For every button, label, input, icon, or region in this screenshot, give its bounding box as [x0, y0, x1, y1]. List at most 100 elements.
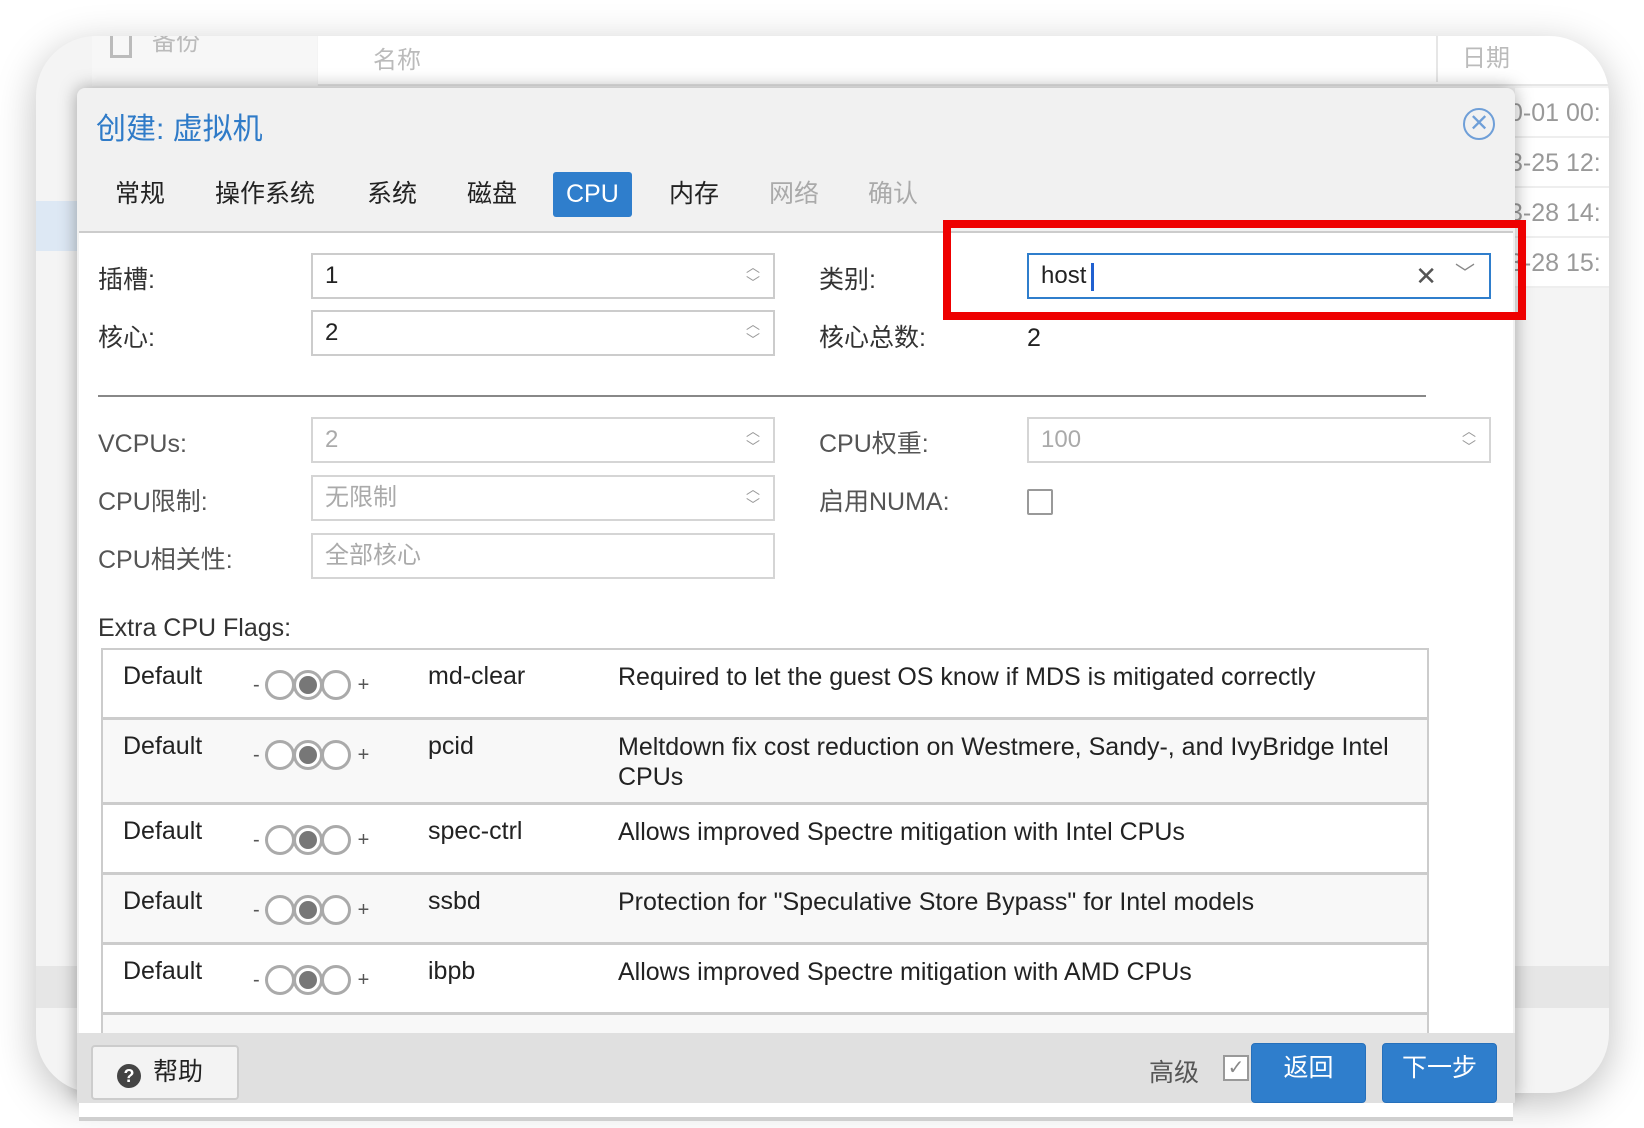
flag-toggle[interactable]: - +: [253, 825, 369, 855]
radio-on[interactable]: [320, 895, 351, 925]
flag-name: ibpb: [428, 957, 476, 985]
cpu-panel: 插槽: 1 ︿ ﹀ 核心: 2 ︿ ﹀ 类别: host ✕ ﹀ 核心总数: 2 VCPUs…: [79, 231, 1513, 1121]
list-item[interactable]: 3-28 15:: [1515, 238, 1609, 288]
radio-on[interactable]: [320, 825, 351, 855]
cpu-units-input[interactable]: 100 ︿ ﹀: [1027, 417, 1491, 463]
numa-label: 启用NUMA:: [819, 488, 950, 516]
radio-off[interactable]: [264, 965, 295, 995]
radio-off[interactable]: [264, 895, 295, 925]
plus-label: +: [357, 898, 370, 921]
flag-state: Default: [123, 957, 203, 985]
spinner-icon[interactable]: ︿ ﹀: [743, 316, 763, 348]
highlight-box: [943, 220, 1526, 320]
minus-label: -: [253, 968, 260, 991]
tab-system[interactable]: 系统: [354, 172, 430, 217]
radio-default[interactable]: [292, 965, 323, 995]
flag-description: Required to let the guest OS know if MDS…: [618, 663, 1316, 691]
vcpus-input[interactable]: 2 ︿ ﹀: [311, 417, 775, 463]
tab-memory[interactable]: 内存: [656, 172, 732, 217]
flag-description: Allows improved Spectre mitigation with …: [618, 958, 1192, 986]
flag-state: Default: [123, 662, 203, 690]
backup-list: 0-01 00: 3-25 12: 3-28 14: 3-28 15:: [1515, 88, 1609, 288]
radio-off[interactable]: [264, 825, 295, 855]
extra-cpu-flags-label: Extra CPU Flags:: [98, 614, 292, 642]
tab-network: 网络: [769, 180, 820, 208]
vcpus-label: VCPUs:: [98, 430, 187, 458]
flag-name: spec-ctrl: [428, 817, 523, 845]
dialog-title: 创建: 虚拟机: [96, 113, 263, 146]
list-item[interactable]: 3-25 12:: [1515, 138, 1609, 188]
flag-toggle[interactable]: - +: [253, 740, 369, 770]
cpu-limit-input[interactable]: 无限制 ︿ ﹀: [311, 475, 775, 521]
tab-os[interactable]: 操作系统: [202, 172, 328, 217]
flag-toggle[interactable]: - +: [253, 670, 369, 700]
radio-default[interactable]: [292, 825, 323, 855]
spinner-icon[interactable]: ︿ ﹀: [743, 423, 763, 455]
question-icon: ?: [117, 1064, 141, 1088]
flag-description: Meltdown fix cost reduction on Westmere,…: [618, 733, 1389, 791]
close-icon[interactable]: ✕: [1463, 108, 1495, 140]
minus-label: -: [253, 673, 260, 696]
table-row: Default - + pcid Meltdown fix cost reduc…: [103, 720, 1427, 805]
plus-label: +: [357, 673, 370, 696]
total-cores-value: 2: [1027, 324, 1041, 352]
backup-list-header: 名称 日期: [318, 36, 1609, 86]
spinner-icon[interactable]: ︿ ﹀: [743, 481, 763, 513]
spinner-icon[interactable]: ︿ ﹀: [743, 259, 763, 291]
sockets-label: 插槽:: [98, 266, 155, 294]
minus-label: -: [253, 898, 260, 921]
plus-label: +: [357, 828, 370, 851]
flag-toggle[interactable]: - +: [253, 965, 369, 995]
radio-off[interactable]: [264, 740, 295, 770]
sockets-input[interactable]: 1 ︿ ﹀: [311, 253, 775, 299]
advanced-label: 高级: [1149, 1059, 1200, 1087]
flag-state: Default: [123, 887, 203, 915]
radio-on[interactable]: [320, 965, 351, 995]
help-button[interactable]: ? 帮助: [91, 1045, 239, 1100]
table-row: Default - + md-clear Required to let the…: [103, 650, 1427, 720]
cpu-limit-label: CPU限制:: [98, 488, 208, 516]
flag-name: pcid: [428, 732, 474, 760]
save-icon: [110, 36, 132, 58]
table-row: Default - + spec-ctrl Allows improved Sp…: [103, 805, 1427, 875]
flag-state: Default: [123, 817, 203, 845]
table-row: Default - + ssbd Protection for "Specula…: [103, 875, 1427, 945]
plus-label: +: [357, 968, 370, 991]
advanced-checkbox[interactable]: ✓: [1223, 1055, 1249, 1081]
list-item[interactable]: 3-28 14:: [1515, 188, 1609, 238]
tab-cpu[interactable]: CPU: [553, 172, 632, 217]
sidebar-selected-item[interactable]: [36, 201, 77, 251]
sidebar-item-backup[interactable]: 备份: [92, 36, 317, 86]
next-button[interactable]: 下一步: [1382, 1043, 1497, 1103]
column-name[interactable]: 名称: [373, 40, 421, 75]
cores-label: 核心:: [98, 324, 155, 352]
radio-default[interactable]: [292, 670, 323, 700]
list-item[interactable]: 0-01 00:: [1515, 88, 1609, 138]
radio-on[interactable]: [320, 740, 351, 770]
radio-default[interactable]: [292, 895, 323, 925]
cpu-affinity-input[interactable]: 全部核心: [311, 533, 775, 579]
flag-description: Allows improved Spectre mitigation with …: [618, 818, 1185, 846]
cpu-flags-table: Default - + md-clear Required to let the…: [101, 648, 1429, 1055]
flag-toggle[interactable]: - +: [253, 895, 369, 925]
cpu-units-label: CPU权重:: [819, 430, 929, 458]
column-date[interactable]: 日期: [1436, 36, 1510, 82]
minus-label: -: [253, 743, 260, 766]
cores-input[interactable]: 2 ︿ ﹀: [311, 310, 775, 356]
tab-confirm: 确认: [868, 180, 919, 208]
plus-label: +: [357, 743, 370, 766]
radio-default[interactable]: [292, 740, 323, 770]
spinner-icon[interactable]: ︿ ﹀: [1459, 423, 1479, 455]
numa-checkbox[interactable]: [1027, 489, 1053, 515]
flag-description: Protection for "Speculative Store Bypass…: [618, 888, 1255, 916]
radio-on[interactable]: [320, 670, 351, 700]
radio-off[interactable]: [264, 670, 295, 700]
tab-general[interactable]: 常规: [102, 172, 178, 217]
flag-state: Default: [123, 732, 203, 760]
cpu-affinity-label: CPU相关性:: [98, 546, 233, 574]
flag-name: ssbd: [428, 887, 481, 915]
flag-name: md-clear: [428, 662, 526, 690]
tab-disks[interactable]: 磁盘: [454, 172, 530, 217]
minus-label: -: [253, 828, 260, 851]
back-button[interactable]: 返回: [1251, 1043, 1366, 1103]
